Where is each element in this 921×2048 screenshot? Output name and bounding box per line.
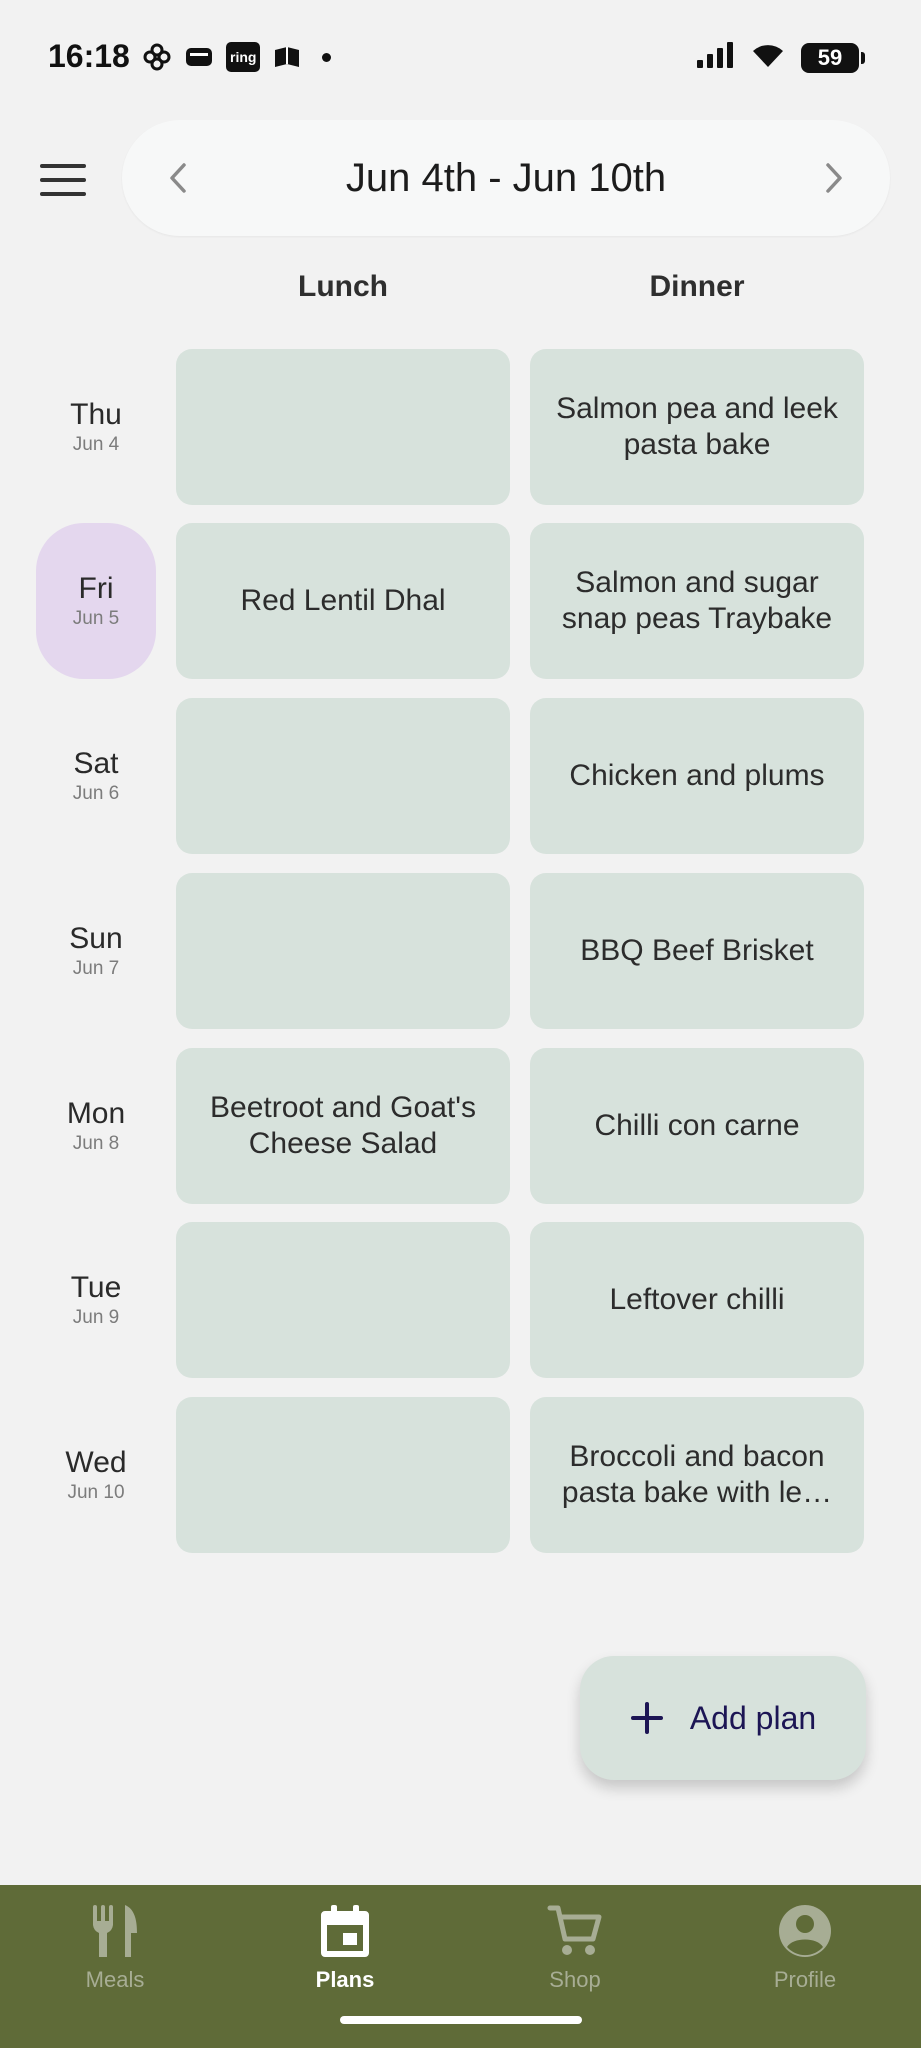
nav-item-shop[interactable]: Shop bbox=[495, 1901, 655, 2001]
lunch-cell[interactable]: Beetroot and Goat's Cheese Salad bbox=[176, 1048, 510, 1204]
lunch-cell[interactable] bbox=[176, 873, 510, 1029]
meal-name: BBQ Beef Brisket bbox=[580, 934, 814, 967]
lunch-cell[interactable]: Red Lentil Dhal bbox=[176, 523, 510, 679]
day-date: Jun 6 bbox=[72, 783, 120, 804]
dinner-cell[interactable]: Leftover chilli bbox=[530, 1222, 864, 1378]
day-date: Jun 10 bbox=[67, 1482, 125, 1503]
day-label: Mon Jun 8 bbox=[36, 1048, 156, 1204]
cart-icon bbox=[545, 1901, 605, 1961]
add-plan-label: Add plan bbox=[689, 1699, 817, 1736]
nav-label: Meals bbox=[85, 1967, 145, 1992]
dinner-cell[interactable]: Salmon pea and leek pasta bake bbox=[530, 349, 864, 505]
status-app-icons: ring bbox=[142, 42, 332, 72]
column-header-dinner: Dinner bbox=[649, 270, 745, 303]
day-row-fri: Fri Jun 5 Red Lentil Dhal Salmon and sug… bbox=[0, 523, 921, 679]
day-name: Sun bbox=[69, 922, 123, 955]
nav-label: Plans bbox=[315, 1967, 375, 1992]
day-label: Wed Jun 10 bbox=[36, 1397, 156, 1553]
account-circle-icon bbox=[775, 1901, 835, 1961]
dinner-cell[interactable]: Broccoli and bacon pasta bake with le… bbox=[530, 1397, 864, 1553]
nav-label: Shop bbox=[549, 1967, 601, 1992]
meal-name: Salmon and sugar snap peas Traybake bbox=[561, 566, 833, 635]
meal-name: Chicken and plums bbox=[569, 759, 825, 792]
day-date: Jun 9 bbox=[72, 1307, 120, 1328]
pinwheel-icon bbox=[142, 42, 172, 72]
day-date: Jun 5 bbox=[72, 608, 120, 629]
day-name: Fri bbox=[78, 572, 114, 605]
meal-name: Broccoli and bacon pasta bake with le… bbox=[561, 1440, 833, 1509]
dinner-cell[interactable]: Chicken and plums bbox=[530, 698, 864, 854]
day-name: Sat bbox=[73, 747, 119, 780]
nav-item-profile[interactable]: Profile bbox=[725, 1901, 885, 2001]
chevron-right-icon bbox=[826, 163, 842, 193]
dinner-cell[interactable]: Salmon and sugar snap peas Traybake bbox=[530, 523, 864, 679]
meal-name: Chilli con carne bbox=[594, 1109, 800, 1142]
nav-label: Profile bbox=[773, 1967, 837, 1992]
day-row-tue: Tue Jun 9 Leftover chilli bbox=[0, 1222, 921, 1378]
lunch-cell[interactable] bbox=[176, 349, 510, 505]
wifi-icon bbox=[749, 40, 787, 75]
nav-item-meals[interactable]: Meals bbox=[35, 1901, 195, 2001]
ring-app-icon: ring bbox=[226, 42, 261, 72]
day-label-today: Fri Jun 5 bbox=[36, 523, 156, 679]
day-label: Tue Jun 9 bbox=[36, 1222, 156, 1378]
day-label: Sun Jun 7 bbox=[36, 873, 156, 1029]
day-name: Mon bbox=[66, 1097, 126, 1130]
hamburger-icon bbox=[40, 164, 86, 168]
day-label: Sat Jun 6 bbox=[36, 698, 156, 854]
day-name: Thu bbox=[70, 398, 122, 431]
calendar-icon bbox=[315, 1901, 375, 1961]
menu-button[interactable] bbox=[38, 160, 88, 200]
column-header-lunch: Lunch bbox=[298, 270, 388, 303]
day-row-thu: Thu Jun 4 Salmon pea and leek pasta bake bbox=[0, 349, 921, 505]
lunch-cell[interactable] bbox=[176, 698, 510, 854]
battery-indicator: 59 bbox=[801, 42, 865, 73]
week-selector: Jun 4th - Jun 10th bbox=[122, 120, 890, 236]
signal-icon bbox=[695, 40, 735, 75]
meal-name: Red Lentil Dhal bbox=[240, 584, 446, 617]
week-title: Jun 4th - Jun 10th bbox=[345, 156, 667, 200]
day-row-sun: Sun Jun 7 BBQ Beef Brisket bbox=[0, 873, 921, 1029]
day-label: Thu Jun 4 bbox=[36, 349, 156, 505]
dinner-cell[interactable]: Chilli con carne bbox=[530, 1048, 864, 1204]
home-indicator bbox=[340, 2016, 582, 2024]
day-name: Tue bbox=[70, 1271, 122, 1304]
day-date: Jun 4 bbox=[72, 434, 120, 455]
dinner-cell[interactable]: BBQ Beef Brisket bbox=[530, 873, 864, 1029]
day-row-sat: Sat Jun 6 Chicken and plums bbox=[0, 698, 921, 854]
meal-name: Leftover chilli bbox=[609, 1283, 785, 1316]
meal-name: Beetroot and Goat's Cheese Salad bbox=[210, 1091, 476, 1160]
day-row-mon: Mon Jun 8 Beetroot and Goat's Cheese Sal… bbox=[0, 1048, 921, 1204]
meal-name: Salmon pea and leek pasta bake bbox=[556, 392, 838, 461]
next-week-button[interactable] bbox=[814, 156, 854, 200]
day-date: Jun 7 bbox=[72, 958, 120, 979]
nav-item-plans[interactable]: Plans bbox=[265, 1901, 425, 2001]
add-plan-button[interactable]: Add plan bbox=[580, 1656, 866, 1780]
fork-knife-icon bbox=[85, 1901, 145, 1961]
plus-icon bbox=[630, 1702, 663, 1734]
status-time: 16:18 bbox=[48, 38, 130, 74]
lunch-cell[interactable] bbox=[176, 1397, 510, 1553]
status-bar: 16:18 ring 59 bbox=[0, 0, 921, 115]
day-name: Wed bbox=[65, 1446, 127, 1479]
reader-app-icon bbox=[272, 42, 302, 72]
wallet-icon bbox=[184, 42, 214, 72]
notification-dot bbox=[322, 52, 332, 62]
lunch-cell[interactable] bbox=[176, 1222, 510, 1378]
status-indicators: 59 bbox=[695, 40, 865, 75]
day-date: Jun 8 bbox=[72, 1133, 120, 1154]
meal-planner-screen: 16:18 ring 59 Jun 4th - Jun 10th Lunch D… bbox=[0, 0, 921, 2048]
day-row-wed: Wed Jun 10 Broccoli and bacon pasta bake… bbox=[0, 1397, 921, 1553]
